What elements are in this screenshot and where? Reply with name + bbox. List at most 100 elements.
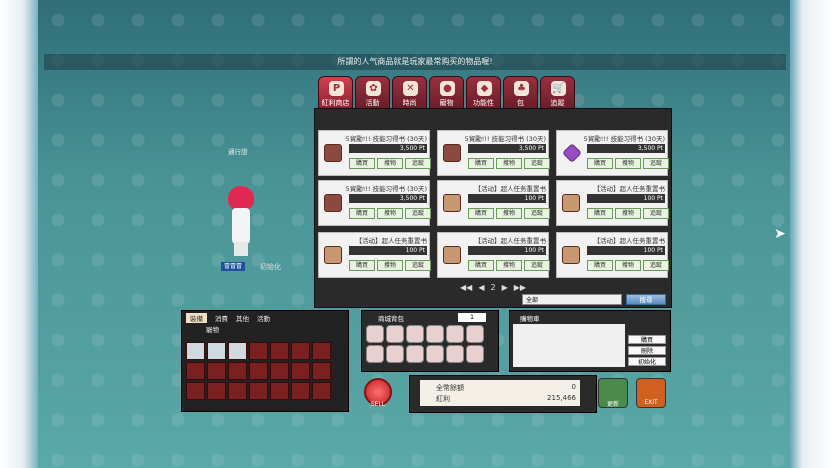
inventory-slot[interactable] xyxy=(312,382,331,400)
cash-bag-slot[interactable] xyxy=(446,345,464,363)
exit-button[interactable]: EXIT xyxy=(636,378,666,408)
shop-item[interactable]: 5貿勵!!! 技能习得书 (30天) 3,500 Pt 購買 擭物 追蹤 xyxy=(556,130,669,176)
cash-bag-slot[interactable] xyxy=(366,345,384,363)
inventory-slot[interactable] xyxy=(228,342,247,360)
inv-tab-other[interactable]: 其他 xyxy=(236,313,249,323)
update-button[interactable]: 更新 xyxy=(598,378,628,408)
inventory-slot[interactable] xyxy=(291,362,310,380)
shop-item[interactable]: 【活动】超人任务重置书 100 Pt 購買 擭物 追蹤 xyxy=(437,232,550,278)
gift-button[interactable]: 擭物 xyxy=(496,208,522,219)
cash-bag-slot[interactable] xyxy=(426,325,444,343)
shop-item[interactable]: 【活动】超人任务重置书 100 Pt 購買 擭物 追蹤 xyxy=(556,232,669,278)
shop-item[interactable]: 【活动】超人任务重置书 100 Pt 購買 擭物 追蹤 xyxy=(437,180,550,226)
tab-functional[interactable]: ◆ 功能性 xyxy=(466,76,501,110)
track-button[interactable]: 追蹤 xyxy=(405,158,431,169)
inventory-slot[interactable] xyxy=(270,342,289,360)
inventory-slot[interactable] xyxy=(186,362,205,380)
inventory-slot[interactable] xyxy=(249,362,268,380)
tab-package[interactable]: ♣ 包 xyxy=(503,76,538,110)
buy-button[interactable]: 購買 xyxy=(587,260,613,271)
track-button[interactable]: 追蹤 xyxy=(524,158,550,169)
gift-button[interactable]: 擭物 xyxy=(615,260,641,271)
inventory-slot[interactable] xyxy=(207,342,226,360)
inventory-slot[interactable] xyxy=(228,362,247,380)
inv-tab-event[interactable]: 活動 xyxy=(257,313,270,323)
inventory-slot[interactable] xyxy=(270,382,289,400)
item-price: 100 Pt xyxy=(349,246,427,255)
track-button[interactable]: 追蹤 xyxy=(643,208,669,219)
inv-tab-consume[interactable]: 消費 xyxy=(215,313,228,323)
gift-button[interactable]: 擭物 xyxy=(615,158,641,169)
buy-button[interactable]: 購買 xyxy=(587,208,613,219)
inventory-slot[interactable] xyxy=(186,342,205,360)
inventory-slot[interactable] xyxy=(312,362,331,380)
inventory-slot[interactable] xyxy=(291,382,310,400)
filter-select[interactable]: 全部 xyxy=(522,294,622,305)
track-button[interactable]: 追蹤 xyxy=(643,158,669,169)
cash-bag-page[interactable]: 1 xyxy=(458,313,486,322)
cash-bag-slot[interactable] xyxy=(406,325,424,343)
cash-bag-slot[interactable] xyxy=(466,325,484,343)
track-button[interactable]: 追蹤 xyxy=(405,260,431,271)
buy-button[interactable]: 購買 xyxy=(468,208,494,219)
item-price: 100 Pt xyxy=(468,194,546,203)
track-button[interactable]: 追蹤 xyxy=(643,260,669,271)
prev-page-button[interactable]: ◀ xyxy=(478,283,484,292)
sell-button[interactable]: SELL xyxy=(364,378,392,408)
gift-button[interactable]: 擭物 xyxy=(377,158,403,169)
search-button[interactable]: 搜尋 xyxy=(626,294,666,305)
inventory-slot[interactable] xyxy=(228,382,247,400)
gift-button[interactable]: 擭物 xyxy=(496,158,522,169)
gift-button[interactable]: 擭物 xyxy=(615,208,641,219)
shop-item[interactable]: 【活动】超人任务重置书 100 Pt 購買 擭物 追蹤 xyxy=(556,180,669,226)
cart-buy-button[interactable]: 購買 xyxy=(628,335,666,344)
inventory-slot[interactable] xyxy=(207,362,226,380)
last-page-button[interactable]: ▶▶ xyxy=(514,283,526,292)
cash-bag-slot[interactable] xyxy=(386,325,404,343)
tab-bonus-shop[interactable]: P 紅利商店 xyxy=(318,76,353,110)
buy-button[interactable]: 購買 xyxy=(468,260,494,271)
shop-item[interactable]: 5貿勵!!! 技能习得书 (30天) 3,500 Pt 購買 擭物 追蹤 xyxy=(437,130,550,176)
inventory-slot[interactable] xyxy=(312,342,331,360)
gift-button[interactable]: 擭物 xyxy=(377,260,403,271)
inventory-slot[interactable] xyxy=(207,382,226,400)
tab-fashion[interactable]: ✕ 時尚 xyxy=(392,76,427,110)
reset-book-icon xyxy=(562,246,580,264)
track-button[interactable]: 追蹤 xyxy=(524,208,550,219)
cash-bag-slot[interactable] xyxy=(406,345,424,363)
cash-bag-slot[interactable] xyxy=(446,325,464,343)
inventory-slot[interactable] xyxy=(270,362,289,380)
first-page-button[interactable]: ◀◀ xyxy=(460,283,472,292)
cart-delete-button[interactable]: 刪除 xyxy=(628,346,666,355)
inventory-grid xyxy=(186,342,331,400)
cash-bag-slot[interactable] xyxy=(386,345,404,363)
inv-tab-pet[interactable]: 寵物 xyxy=(206,324,219,334)
inventory-slot[interactable] xyxy=(249,342,268,360)
tab-pet[interactable]: ● 寵物 xyxy=(429,76,464,110)
shop-item[interactable]: 【活动】超人任务重置书 100 Pt 購買 擭物 追蹤 xyxy=(318,232,431,278)
track-button[interactable]: 追蹤 xyxy=(405,208,431,219)
buy-button[interactable]: 購買 xyxy=(587,158,613,169)
inventory-slot[interactable] xyxy=(291,342,310,360)
cart-reset-button[interactable]: 初始化 xyxy=(628,357,666,366)
tab-event[interactable]: ✿ 活動 xyxy=(355,76,390,110)
shop-item[interactable]: 5貿勵!!! 技能习得书 (30天) 3,500 Pt 購買 擭物 追蹤 xyxy=(318,180,431,226)
inventory-slot[interactable] xyxy=(249,382,268,400)
cash-bag-slot[interactable] xyxy=(366,325,384,343)
pagination: ◀◀ ◀ 2 ▶ ▶▶ xyxy=(460,283,526,292)
track-button[interactable]: 追蹤 xyxy=(524,260,550,271)
buy-button[interactable]: 購買 xyxy=(349,158,375,169)
currency-panel: 全幣餘額 0 紅利 215,466 xyxy=(409,375,597,413)
inv-tab-equip[interactable]: 裝備 xyxy=(186,313,207,323)
inventory-slot[interactable] xyxy=(186,382,205,400)
shop-item[interactable]: 5貿勵!!! 技能习得书 (30天) 3,500 Pt 購買 擭物 追蹤 xyxy=(318,130,431,176)
next-page-button[interactable]: ▶ xyxy=(502,283,508,292)
gift-button[interactable]: 擭物 xyxy=(377,208,403,219)
buy-button[interactable]: 購買 xyxy=(349,260,375,271)
cash-bag-slot[interactable] xyxy=(426,345,444,363)
buy-button[interactable]: 購買 xyxy=(349,208,375,219)
tab-track[interactable]: 🛒 追蹤 xyxy=(540,76,575,110)
cash-bag-slot[interactable] xyxy=(466,345,484,363)
gift-button[interactable]: 擭物 xyxy=(496,260,522,271)
buy-button[interactable]: 購買 xyxy=(468,158,494,169)
